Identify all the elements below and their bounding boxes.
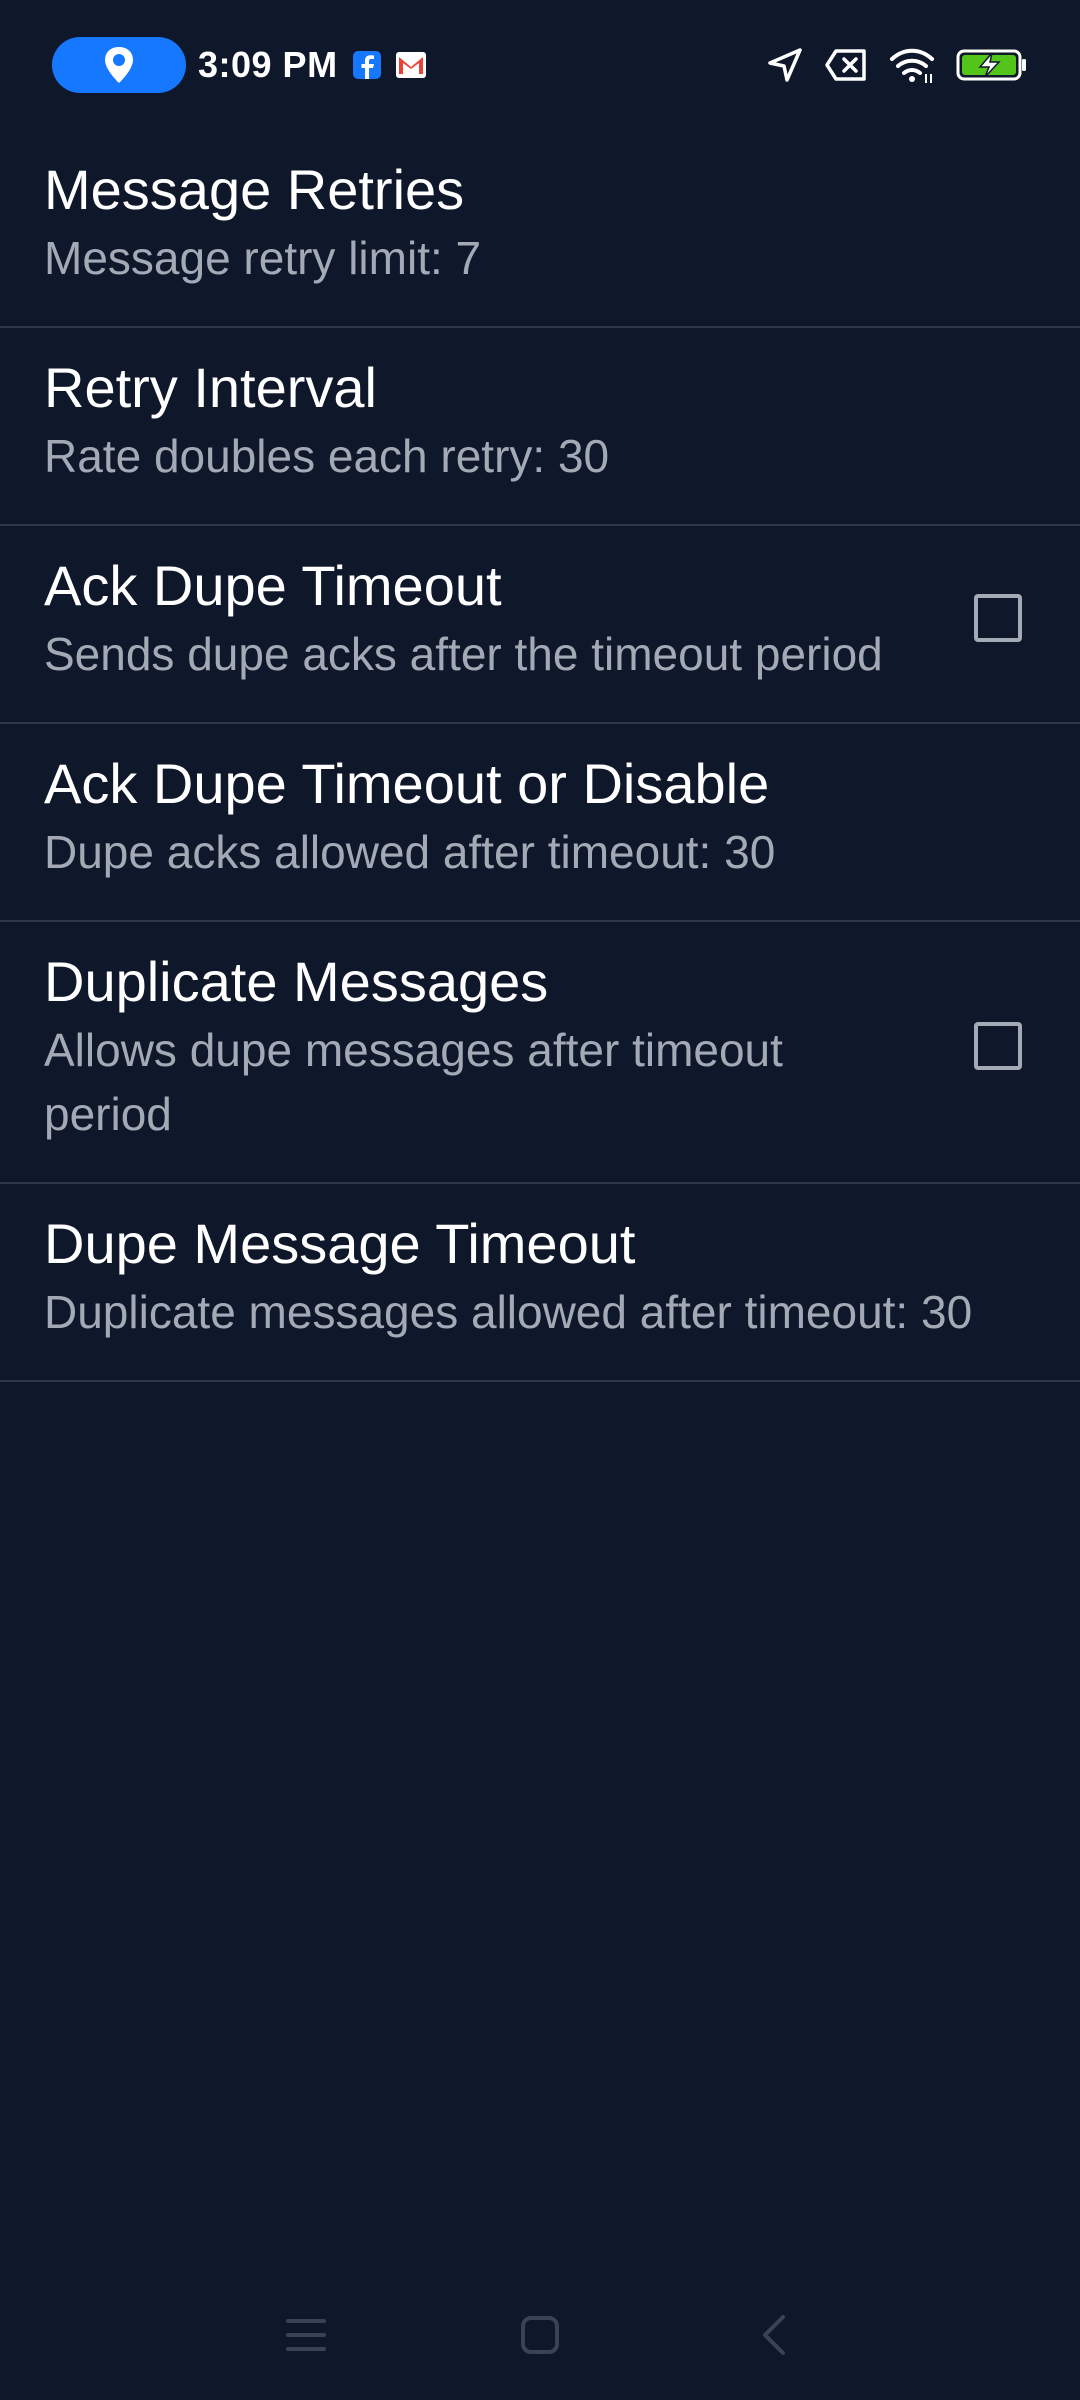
- battery-charging-icon: [956, 49, 1026, 81]
- recents-button[interactable]: [266, 2295, 346, 2375]
- facebook-icon: [352, 50, 382, 80]
- pref-summary: Duplicate messages allowed after timeout…: [44, 1286, 973, 1338]
- pref-summary: Rate doubles each retry: 30: [44, 430, 610, 482]
- status-bar: 3:09 PM: [0, 0, 1080, 130]
- pref-text: Retry Interval Rate doubles each retry: …: [44, 352, 1036, 488]
- duplicate-messages-checkbox[interactable]: [974, 1022, 1022, 1070]
- back-icon: [763, 2315, 785, 2355]
- pref-text: Ack Dupe Timeout or Disable Dupe acks al…: [44, 748, 1036, 884]
- pref-message-retries[interactable]: Message Retries Message retry limit: 7: [0, 130, 1080, 328]
- pref-text: Ack Dupe Timeout Sends dupe acks after t…: [44, 550, 974, 686]
- status-time: 3:09 PM: [198, 44, 338, 85]
- pref-summary: Sends dupe acks after the timeout period: [44, 628, 883, 680]
- pref-ack-dupe-timeout-or-disable[interactable]: Ack Dupe Timeout or Disable Dupe acks al…: [0, 724, 1080, 922]
- pref-title: Duplicate Messages: [44, 950, 549, 1013]
- pref-title: Ack Dupe Timeout: [44, 554, 502, 617]
- navigation-bar: [0, 2280, 1080, 2390]
- pref-title: Ack Dupe Timeout or Disable: [44, 752, 770, 815]
- pref-dupe-message-timeout[interactable]: Dupe Message Timeout Duplicate messages …: [0, 1184, 1080, 1382]
- pref-ack-dupe-timeout[interactable]: Ack Dupe Timeout Sends dupe acks after t…: [0, 526, 1080, 724]
- pref-summary: Message retry limit: 7: [44, 232, 482, 284]
- status-icons: [766, 46, 1028, 84]
- menu-icon: [286, 2319, 326, 2351]
- wifi-icon: [890, 48, 934, 83]
- pref-summary: Allows dupe messages after timeout perio…: [44, 1024, 783, 1140]
- pref-text: Duplicate Messages Allows dupe messages …: [44, 946, 974, 1146]
- pref-summary: Dupe acks allowed after timeout: 30: [44, 826, 776, 878]
- location-indicator[interactable]: [52, 37, 186, 93]
- pref-duplicate-messages[interactable]: Duplicate Messages Allows dupe messages …: [0, 922, 1080, 1184]
- no-sim-icon: [825, 49, 866, 81]
- home-icon: [521, 2316, 559, 2354]
- back-button[interactable]: [734, 2295, 814, 2375]
- ack-dupe-timeout-checkbox[interactable]: [974, 594, 1022, 642]
- location-pin-icon: [105, 47, 133, 83]
- pref-title: Message Retries: [44, 158, 465, 221]
- settings-list: Message Retries Message retry limit: 7 R…: [0, 130, 1080, 1382]
- pref-text: Message Retries Message retry limit: 7: [44, 154, 1036, 290]
- pref-retry-interval[interactable]: Retry Interval Rate doubles each retry: …: [0, 328, 1080, 526]
- pref-title: Dupe Message Timeout: [44, 1212, 636, 1275]
- pref-title: Retry Interval: [44, 356, 377, 419]
- navigation-arrow-icon: [768, 48, 802, 82]
- gmail-icon: [395, 50, 426, 80]
- home-button[interactable]: [500, 2295, 580, 2375]
- pref-text: Dupe Message Timeout Duplicate messages …: [44, 1208, 1036, 1344]
